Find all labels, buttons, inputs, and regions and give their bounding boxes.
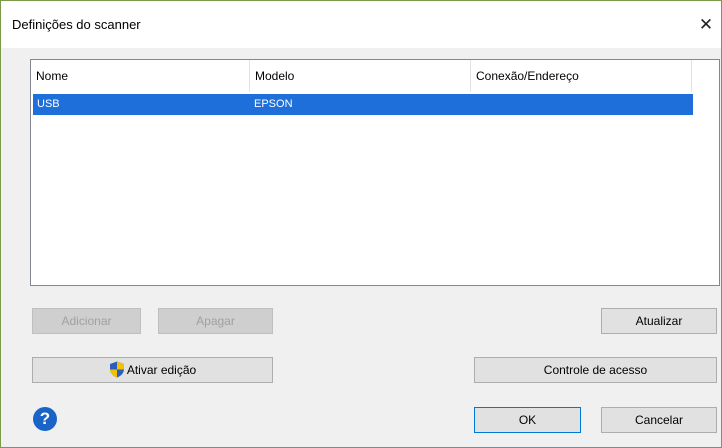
help-icon[interactable]: ? <box>33 407 57 431</box>
access-control-button[interactable]: Controle de acesso <box>474 357 717 383</box>
cell-modelo: EPSON <box>254 98 293 110</box>
column-header-nome[interactable]: Nome <box>31 60 250 92</box>
close-icon[interactable]: ✕ <box>691 12 721 38</box>
enable-edit-button[interactable]: Ativar edição <box>32 357 273 383</box>
ok-button[interactable]: OK <box>474 407 581 433</box>
scanner-list[interactable]: Nome Modelo Conexão/Endereço USB EPSON <box>30 59 720 286</box>
column-header-modelo[interactable]: Modelo <box>250 60 471 92</box>
scanner-settings-dialog: Definições do scanner ✕ Nome Modelo Cone… <box>0 0 722 448</box>
delete-button[interactable]: Apagar <box>158 308 273 334</box>
update-button[interactable]: Atualizar <box>601 308 717 334</box>
cancel-button[interactable]: Cancelar <box>601 407 717 433</box>
column-header-conexao[interactable]: Conexão/Endereço <box>471 60 692 92</box>
list-header: Nome Modelo Conexão/Endereço <box>31 60 719 92</box>
shield-icon <box>109 361 124 378</box>
cell-nome: USB <box>37 98 60 110</box>
title-bar: Definições do scanner ✕ <box>1 1 721 48</box>
enable-edit-label: Ativar edição <box>126 363 197 377</box>
cell-conexao <box>471 94 475 115</box>
dialog-title: Definições do scanner <box>12 17 141 32</box>
table-row[interactable]: USB EPSON <box>33 94 693 115</box>
add-button[interactable]: Adicionar <box>32 308 141 334</box>
